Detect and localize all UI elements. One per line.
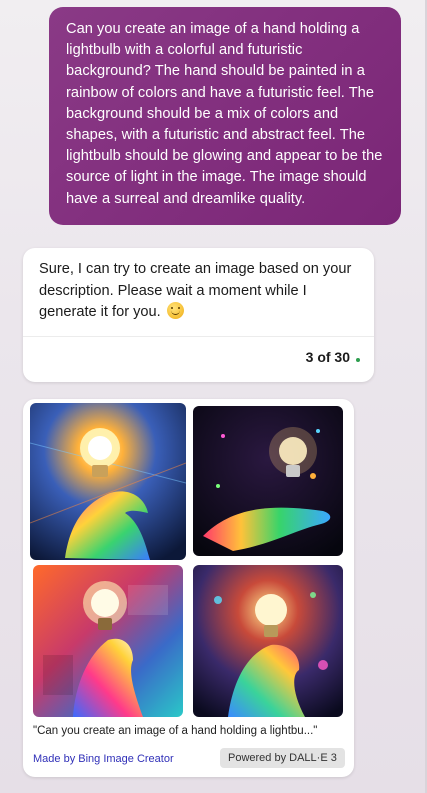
image-result-card: "Can you create an image of a hand holdi… [23, 399, 354, 777]
turn-indicator-dot [356, 358, 360, 362]
reply-divider [23, 336, 374, 337]
generated-image-4[interactable] [193, 565, 343, 717]
bot-reply-text-container: Sure, I can try to create an image based… [39, 259, 364, 324]
image-caption: "Can you create an image of a hand holdi… [33, 725, 318, 737]
bot-reply-text: Sure, I can try to create an image based… [39, 261, 352, 320]
smiling-face-icon [166, 302, 184, 319]
generated-image-3[interactable] [33, 565, 183, 717]
generated-image-1[interactable] [30, 403, 186, 560]
generated-image-2[interactable] [193, 406, 343, 556]
turn-counter: 3 of 30 [305, 349, 350, 365]
powered-by-badge: Powered by DALL·E 3 [220, 748, 345, 768]
user-message-bubble: Can you create an image of a hand holdin… [49, 7, 401, 225]
made-by-bing-link[interactable]: Made by Bing Image Creator [33, 753, 174, 765]
bot-reply-card: Sure, I can try to create an image based… [23, 248, 374, 382]
user-message-text: Can you create an image of a hand holdin… [66, 21, 383, 207]
